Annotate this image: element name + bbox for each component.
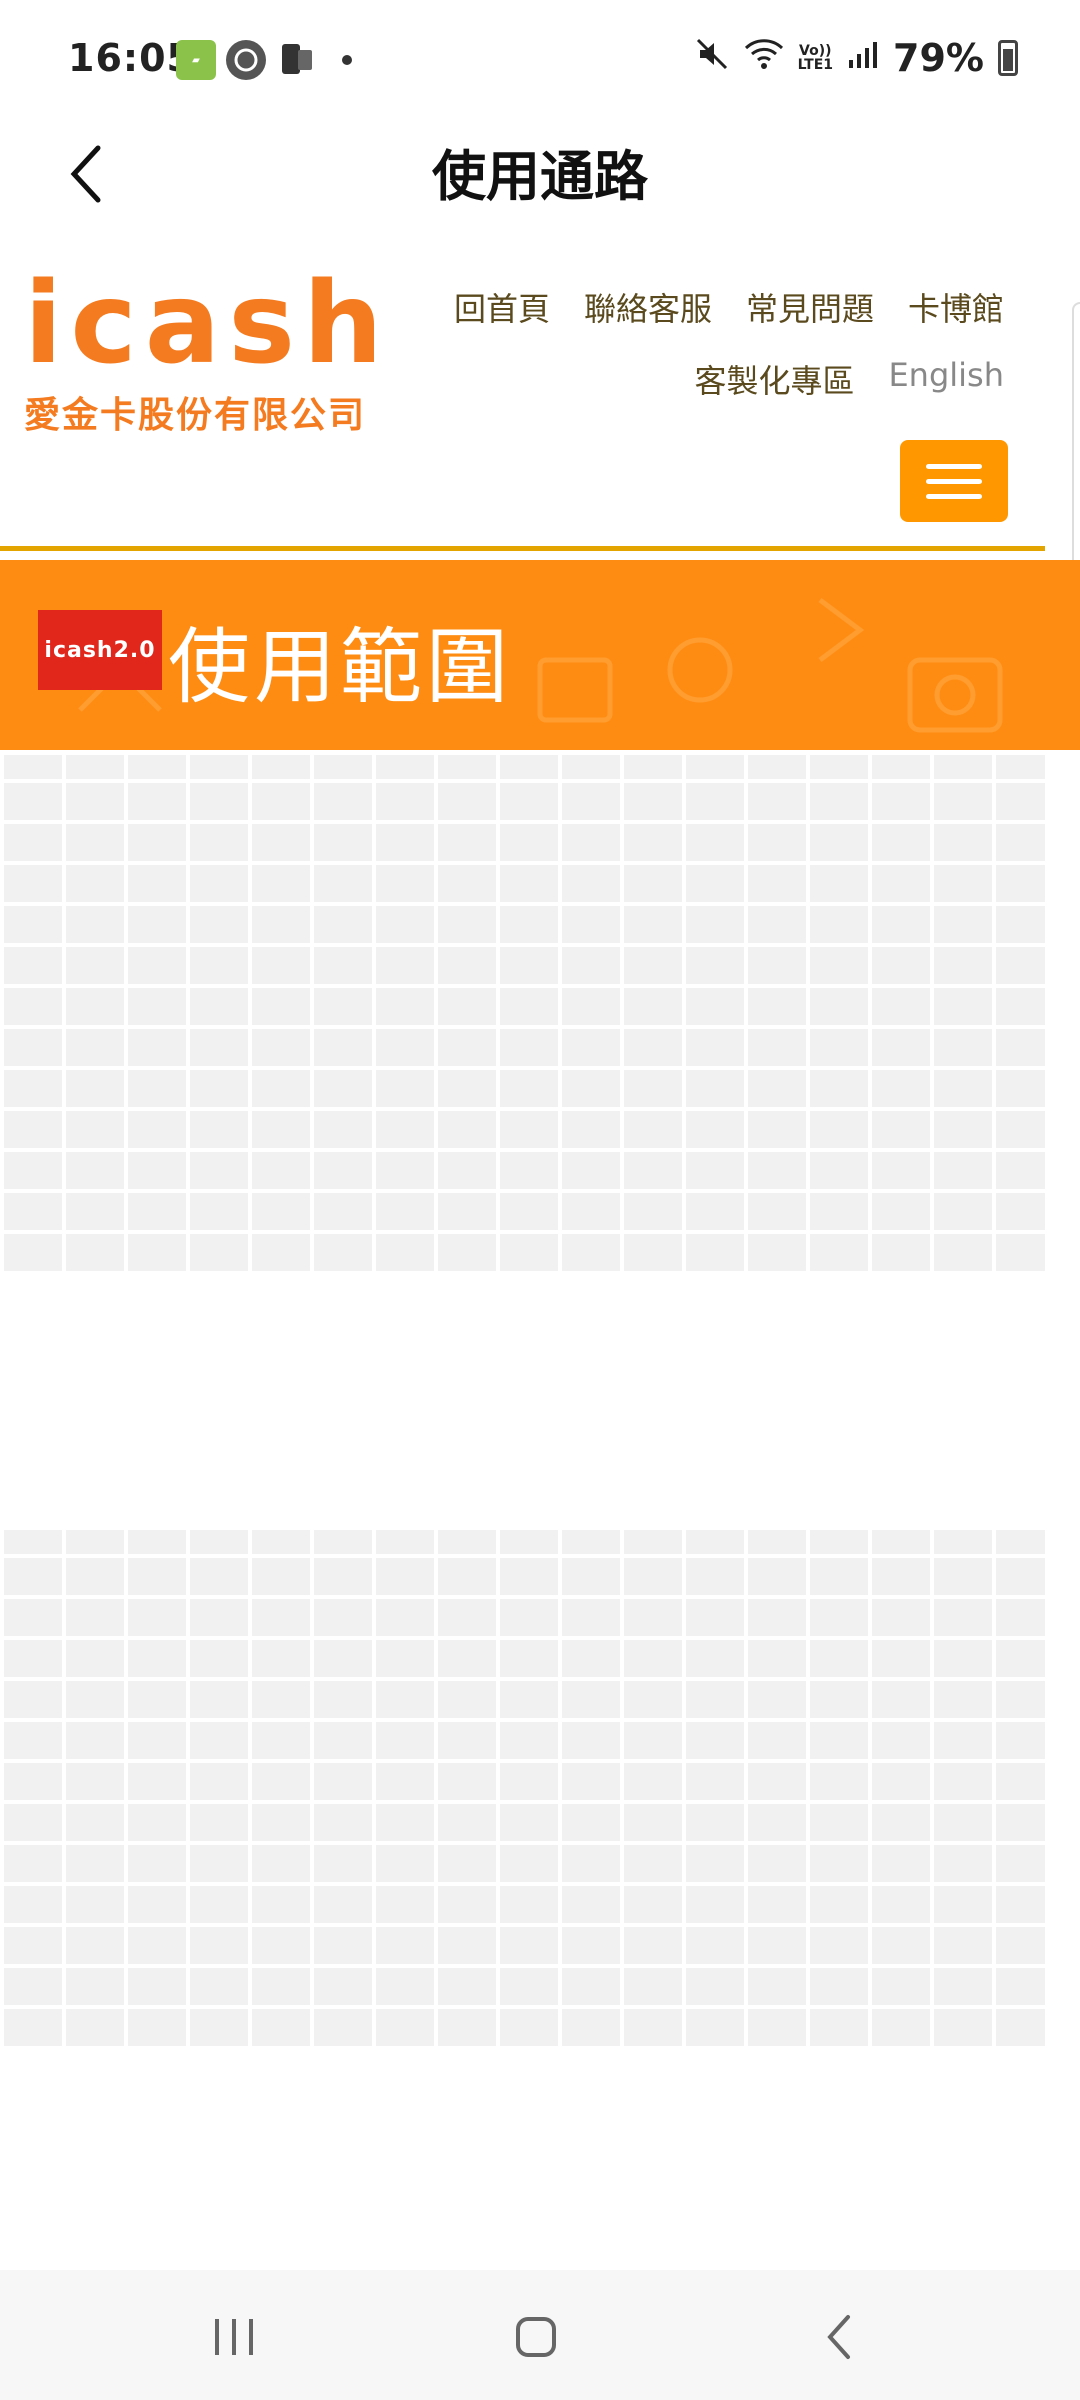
battery-icon (998, 40, 1018, 76)
notification-dot (342, 55, 352, 65)
system-nav-bar (0, 2270, 1080, 2400)
banner-title: 使用範圍 (168, 620, 513, 715)
icash-logo[interactable]: icash 愛金卡股份有限公司 (24, 259, 391, 436)
logo-word: icash (24, 259, 391, 389)
app-header: 使用通路 (0, 120, 1080, 240)
hamburger-menu-button[interactable] (900, 440, 1008, 522)
content-placeholder-2 (0, 1530, 1045, 2050)
volte-lte-icon: Vo)) LTE1 (797, 43, 834, 73)
wifi-icon (744, 36, 784, 80)
logo-subtitle: 愛金卡股份有限公司 (24, 395, 367, 436)
brooks-app-icon: ▰ (176, 40, 216, 80)
nav-customer-service-link[interactable]: 聯絡客服 (584, 284, 712, 330)
nav-custom-zone-link[interactable]: 客製化專區 (694, 356, 854, 402)
phone-app-icon (276, 40, 316, 80)
mute-icon (694, 36, 730, 80)
battery-percentage: 79% (893, 36, 984, 80)
nav-faq-link[interactable]: 常見問題 (746, 284, 874, 330)
banner-decoration (78, 598, 1003, 733)
nav-card-museum-link[interactable]: 卡博館 (908, 284, 1004, 330)
back-icon (827, 2315, 850, 2359)
icash-card-logo: icash2.0 (38, 610, 162, 690)
notification-icons: ▰ (176, 40, 352, 80)
hamburger-icon (926, 463, 982, 469)
usage-scope-banner: icash2.0 使用範圍 (0, 560, 1080, 750)
page-title: 使用通路 (432, 145, 648, 208)
content-placeholder-1 (0, 755, 1045, 1275)
status-bar: 16:05 ▰ Vo)) LTE1 79% (0, 0, 1080, 120)
home-icon (516, 2317, 556, 2357)
back-nav-button[interactable] (800, 2302, 880, 2372)
web-content: icash 愛金卡股份有限公司 回首頁 聯絡客服 常見問題 卡博館 客製化專區 … (0, 240, 1080, 2270)
top-nav: 回首頁 聯絡客服 常見問題 卡博館 客製化專區 English (454, 284, 1004, 402)
starbucks-app-icon (226, 40, 266, 80)
header-divider (0, 546, 1045, 551)
nav-english-link[interactable]: English (888, 356, 1004, 402)
recent-apps-icon (215, 2319, 253, 2355)
recent-apps-button[interactable] (194, 2302, 274, 2372)
nav-home-link[interactable]: 回首頁 (454, 284, 550, 330)
home-button[interactable] (496, 2302, 576, 2372)
screen: 16:05 ▰ Vo)) LTE1 79% 使用通路 icash 愛金卡股份有限… (0, 0, 1080, 2400)
signal-icon (847, 38, 879, 78)
system-indicators: Vo)) LTE1 79% (694, 36, 1018, 80)
